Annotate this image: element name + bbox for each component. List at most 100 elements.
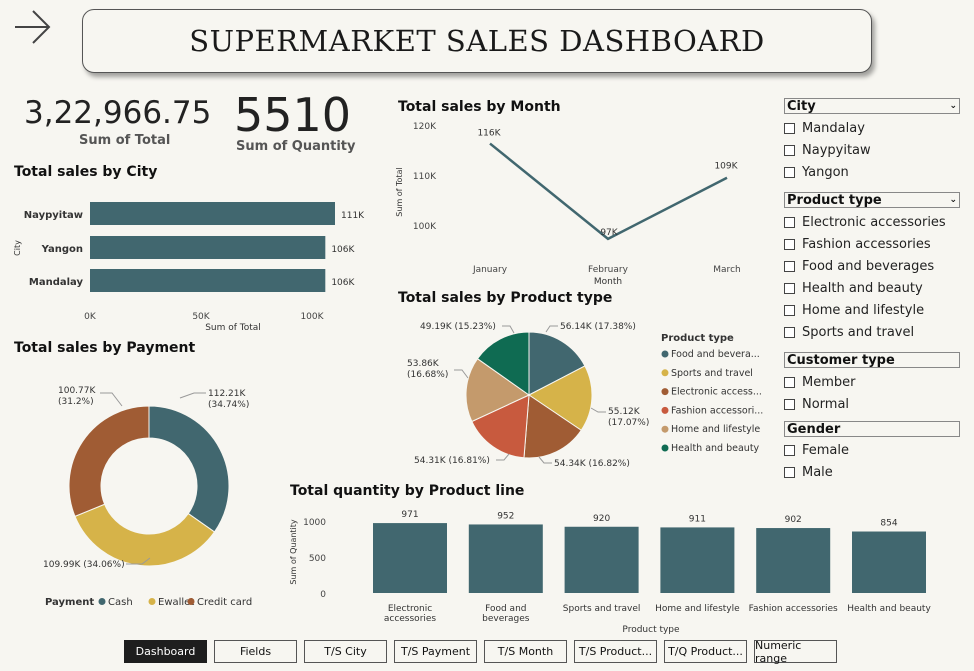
product-legend-label: Fashion accessori...: [671, 405, 763, 416]
tab-t-s-month[interactable]: T/S Month: [484, 640, 567, 663]
product-data-label: 49.19K (15.23%): [420, 322, 496, 332]
payment-legend-label: Credit card: [197, 597, 252, 608]
checkbox[interactable]: [784, 260, 795, 272]
city-option[interactable]: Naypyitaw: [784, 139, 960, 161]
product-data-label: 54.31K (16.81%): [414, 456, 490, 466]
customer-type-option[interactable]: Member: [784, 371, 960, 393]
quantity-data-label: 911: [689, 514, 706, 524]
city-bar-data-label: 111K: [341, 211, 365, 221]
quantity-data-label: 971: [401, 510, 418, 520]
customer-type-slicer-title: Customer type: [787, 352, 895, 368]
checkbox[interactable]: [784, 166, 795, 178]
product-type-option-label: Electronic accessories: [802, 214, 946, 230]
gender-option[interactable]: Male: [784, 461, 960, 483]
checkbox[interactable]: [784, 282, 795, 294]
tab-t-s-product[interactable]: T/S Product...: [574, 640, 657, 663]
quantity-y-axis-label: Sum of Quantity: [289, 519, 298, 585]
quantity-bar: [756, 528, 831, 593]
gender-slicer-header[interactable]: Gender: [784, 421, 960, 437]
checkbox[interactable]: [784, 238, 795, 250]
kpi-quantity-value: 5510: [234, 88, 352, 142]
kpi-quantity-label: Sum of Quantity: [236, 139, 356, 154]
month-y-tick: 110K: [413, 172, 437, 182]
month-y-tick: 120K: [413, 122, 437, 132]
payment-legend-swatch: [187, 598, 195, 605]
product-legend-swatch: [661, 350, 669, 358]
tab-fields[interactable]: Fields: [214, 640, 297, 663]
city-x-tick: 100K: [300, 312, 324, 322]
product-type-option-label: Food and beverages: [802, 258, 935, 274]
city-bar: [90, 202, 335, 225]
product-data-label: 53.86K (16.68%): [407, 359, 448, 380]
product-type-option[interactable]: Food and beverages: [784, 255, 960, 277]
city-bar: [90, 236, 326, 259]
payment-data-label: 100.77K (31.2%): [58, 386, 96, 407]
product-legend-swatch: [661, 444, 669, 452]
city-slicer-title: City: [787, 98, 816, 114]
quantity-x-tick: Electronic accessories: [384, 604, 437, 624]
city-bar-data-label: 106K: [331, 278, 355, 288]
customer-type-slicer-header[interactable]: Customer type: [784, 352, 960, 368]
tab-numeric-range[interactable]: Numeric range: [754, 639, 837, 665]
month-line-chart: 120K 110K 100K 116K January 97K February 109K Ma…: [395, 122, 741, 287]
city-option[interactable]: Mandalay: [784, 117, 960, 139]
checkbox[interactable]: [784, 466, 795, 478]
product-type-slicer: Product type ⌄ Electronic accessories Fash…: [784, 192, 960, 343]
checkbox[interactable]: [784, 216, 795, 228]
quantity-bar: [468, 524, 543, 593]
payment-leader-line: [100, 392, 123, 407]
product-legend-label: Electronic access...: [671, 387, 762, 398]
product-legend-label: Home and lifestyle: [671, 424, 760, 435]
city-option-label: Naypyitaw: [802, 142, 871, 158]
back-arrow-icon[interactable]: [12, 8, 54, 46]
product-type-option[interactable]: Health and beauty: [784, 277, 960, 299]
product-legend-label: Sports and travel: [671, 368, 753, 379]
checkbox[interactable]: [784, 304, 795, 316]
customer-type-slicer: Customer type Member Normal: [784, 352, 960, 415]
product-type-slicer-header[interactable]: Product type ⌄: [784, 192, 960, 208]
product-pie-title: Total sales by Product type: [398, 290, 613, 306]
product-type-option[interactable]: Sports and travel: [784, 321, 960, 343]
product-type-option[interactable]: Electronic accessories: [784, 211, 960, 233]
product-legend-swatch: [661, 369, 669, 377]
checkbox[interactable]: [784, 444, 795, 456]
quantity-data-label: 920: [593, 514, 610, 524]
kpi-total-value: 3,22,966.75: [24, 95, 212, 131]
customer-type-option[interactable]: Normal: [784, 393, 960, 415]
product-data-label: 55.12K (17.07%): [608, 407, 649, 428]
quantity-bar: [564, 526, 639, 593]
product-type-option-label: Home and lifestyle: [802, 302, 925, 318]
city-bar-label: Naypyitaw: [24, 210, 83, 221]
city-chart-title: Total sales by City: [14, 164, 158, 180]
payment-legend-swatch: [148, 598, 156, 605]
product-type-option[interactable]: Fashion accessories: [784, 233, 960, 255]
payment-legend-label: Cash: [108, 597, 133, 608]
quantity-y-tick: 0: [320, 590, 326, 600]
product-pie-chart: 56.14K (17.38%) 55.12K (17.07%) 54.34K (16.…: [407, 322, 763, 469]
city-x-tick: 50K: [192, 312, 210, 322]
product-legend-swatch: [661, 425, 669, 433]
checkbox[interactable]: [784, 122, 795, 134]
city-slicer: City ⌄ Mandalay Naypyitaw Yangon: [784, 98, 960, 183]
month-x-tick: March: [713, 265, 740, 275]
product-type-option[interactable]: Home and lifestyle: [784, 299, 960, 321]
checkbox[interactable]: [784, 326, 795, 338]
product-legend-label: Food and bevera...: [671, 349, 760, 360]
checkbox[interactable]: [784, 376, 795, 388]
month-x-tick: January: [472, 265, 508, 275]
quantity-x-tick: Fashion accessories: [749, 604, 838, 614]
tab-t-q-product[interactable]: T/Q Product...: [664, 640, 747, 663]
tab-dashboard[interactable]: Dashboard: [124, 640, 207, 663]
gender-option[interactable]: Female: [784, 439, 960, 461]
checkbox[interactable]: [784, 398, 795, 410]
quantity-chart-title: Total quantity by Product line: [290, 483, 525, 499]
tab-t-s-city[interactable]: T/S City: [304, 640, 387, 663]
city-slicer-header[interactable]: City ⌄: [784, 98, 960, 114]
product-type-option-label: Sports and travel: [802, 324, 915, 340]
quantity-data-label: 854: [880, 519, 897, 529]
checkbox[interactable]: [784, 144, 795, 156]
chevron-down-icon[interactable]: ⌄: [949, 99, 957, 114]
tab-t-s-payment[interactable]: T/S Payment: [394, 640, 477, 663]
city-option[interactable]: Yangon: [784, 161, 960, 183]
chevron-down-icon[interactable]: ⌄: [949, 193, 957, 208]
